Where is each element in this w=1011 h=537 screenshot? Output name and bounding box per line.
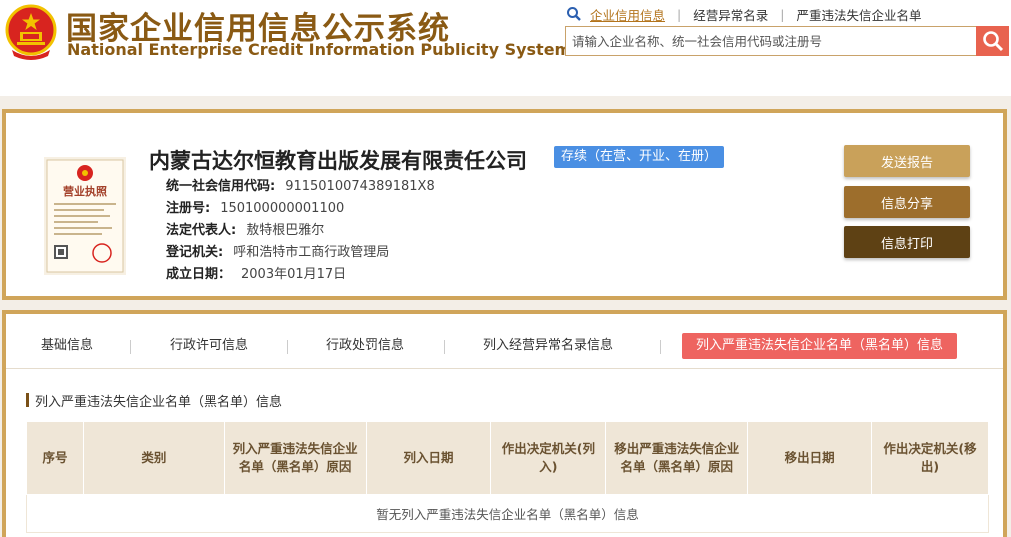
link-abnormal-list[interactable]: 经营异常名录 xyxy=(693,5,768,24)
tab-blacklist[interactable]: 列入严重违法失信企业名单（黑名单）信息 xyxy=(682,333,958,359)
search-icon xyxy=(982,31,1003,52)
business-license-icon: 营业执照 xyxy=(44,157,126,275)
send-report-button[interactable]: 发送报告 xyxy=(844,145,970,177)
info-registration-authority: 登记机关: 呼和浩特市工商行政管理局 xyxy=(166,241,389,260)
col-list-date: 列入日期 xyxy=(365,421,492,495)
link-enterprise-credit[interactable]: 企业信用信息 xyxy=(590,5,665,24)
tab-admin-penalty[interactable]: 行政处罚信息 xyxy=(326,333,404,359)
col-index: 序号 xyxy=(26,421,84,495)
info-legal-rep: 法定代表人: 敖特根巴雅尔 xyxy=(166,219,324,238)
top-links: 企业信用信息 | 经营异常名录 | 严重违法失信企业名单 xyxy=(566,5,921,23)
info-label: 统一社会信用代码: xyxy=(166,179,276,194)
search-button[interactable] xyxy=(976,26,1009,56)
search-input[interactable] xyxy=(566,27,977,55)
link-separator: | xyxy=(780,6,785,22)
info-value: 敖特根巴雅尔 xyxy=(246,223,325,238)
table-header-row: 序号 类别 列入严重违法失信企业名单（黑名单）原因 列入日期 作出决定机关(列入… xyxy=(26,421,989,495)
section-title-text: 列入严重违法失信企业名单（黑名单）信息 xyxy=(35,394,283,410)
section-title: 列入严重违法失信企业名单（黑名单）信息 xyxy=(26,392,283,410)
tab-basic-info[interactable]: 基础信息 xyxy=(41,333,93,359)
tab-abnormal-list[interactable]: 列入经营异常名录信息 xyxy=(483,333,613,359)
info-value: 2003年01月17日 xyxy=(241,267,347,282)
info-tabs-panel: 基础信息 行政许可信息 行政处罚信息 列入经营异常名录信息 列入严重违法失信企业… xyxy=(2,310,1007,537)
link-blacklist[interactable]: 严重违法失信企业名单 xyxy=(796,5,921,24)
blacklist-table: 序号 类别 列入严重违法失信企业名单（黑名单）原因 列入日期 作出决定机关(列入… xyxy=(26,421,989,533)
info-value: 150100000001100 xyxy=(220,201,345,216)
print-info-button[interactable]: 信息打印 xyxy=(844,226,970,258)
info-label: 法定代表人: xyxy=(166,223,237,238)
search-icon xyxy=(567,7,581,21)
info-label: 登记机关: xyxy=(166,245,224,260)
table-row: 暂无列入严重违法失信企业名单（黑名单）信息 xyxy=(26,494,989,533)
page-root: 国家企业信用信息公示系统 National Enterprise Credit … xyxy=(0,0,1011,537)
company-name: 内蒙古达尔恒教育出版发展有限责任公司 xyxy=(149,149,527,173)
tab-admin-license[interactable]: 行政许可信息 xyxy=(170,333,248,359)
info-established-date: 成立日期： 2003年01月17日 xyxy=(166,263,346,282)
col-list-authority: 作出决定机关(列入) xyxy=(490,421,607,495)
info-credit-code: 统一社会信用代码: 9115010074389181X8 xyxy=(166,175,435,194)
col-category: 类别 xyxy=(82,421,225,495)
section-marker xyxy=(26,393,29,407)
site-subtitle: National Enterprise Credit Information P… xyxy=(67,40,572,59)
col-remove-date: 移出日期 xyxy=(747,421,873,495)
info-label: 成立日期： xyxy=(166,267,232,282)
tab-divider xyxy=(130,340,131,354)
info-label: 注册号: xyxy=(166,201,211,216)
empty-message: 暂无列入严重违法失信企业名单（黑名单）信息 xyxy=(26,494,989,533)
tabs-bar: 基础信息 行政许可信息 行政处罚信息 列入经营异常名录信息 列入严重违法失信企业… xyxy=(6,314,1003,369)
tab-divider xyxy=(660,340,661,354)
link-separator: | xyxy=(677,6,682,22)
site-header: 国家企业信用信息公示系统 National Enterprise Credit … xyxy=(0,0,1011,96)
col-list-reason: 列入严重违法失信企业名单（黑名单）原因 xyxy=(223,421,367,495)
info-value: 9115010074389181X8 xyxy=(285,179,435,194)
tab-divider xyxy=(444,340,445,354)
tab-divider xyxy=(287,340,288,354)
col-remove-reason: 移出严重违法失信企业名单（黑名单）原因 xyxy=(605,421,749,495)
license-title: 营业执照 xyxy=(63,184,107,198)
col-remove-authority: 作出决定机关(移出) xyxy=(871,421,989,495)
info-value: 呼和浩特市工商行政管理局 xyxy=(233,245,390,260)
status-badge: 存续（在营、开业、在册） xyxy=(554,146,725,168)
info-reg-number: 注册号: 150100000001100 xyxy=(166,197,344,216)
share-info-button[interactable]: 信息分享 xyxy=(844,186,970,218)
national-emblem-icon xyxy=(5,4,57,60)
search-box xyxy=(565,26,1009,56)
company-card: 营业执照 内蒙古达尔恒教育出版发展有限责任公司 存续（在营、开业、在册） 统一社… xyxy=(2,109,1007,300)
